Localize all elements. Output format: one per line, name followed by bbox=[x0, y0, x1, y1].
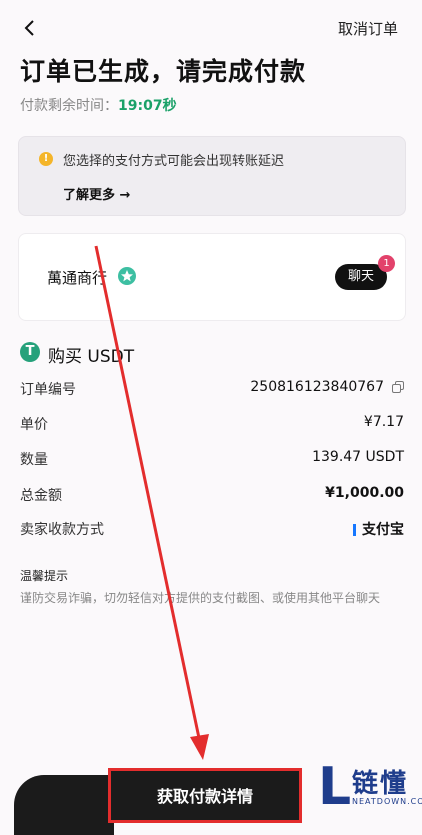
back-chevron-icon[interactable] bbox=[20, 14, 42, 42]
order-row: 单价 ¥7.17 bbox=[20, 414, 404, 434]
notice-message: 您选择的支付方式可能会出现转账延迟 bbox=[63, 154, 285, 169]
timer-label: 付款剩余时间： bbox=[20, 98, 118, 114]
payment-timer: 付款剩余时间：19:07秒 bbox=[20, 95, 177, 115]
tether-icon: T bbox=[20, 342, 40, 362]
order-row: 卖家收款方式 支付宝 bbox=[20, 519, 404, 539]
watermark-logo: L 链懂 NEATDOWN.COM bbox=[316, 757, 422, 821]
annotation-arrow bbox=[94, 245, 209, 760]
copy-icon[interactable] bbox=[392, 381, 404, 393]
row-value: ¥7.17 bbox=[363, 414, 404, 430]
chat-button[interactable]: 聊天 1 bbox=[335, 255, 395, 290]
verified-star-icon bbox=[117, 266, 137, 286]
row-value: 139.47 USDT bbox=[312, 449, 404, 465]
row-key: 数量 bbox=[20, 452, 48, 468]
get-payment-details-button[interactable]: 获取付款详情 bbox=[108, 768, 302, 823]
cancel-order-button[interactable]: 取消订单 bbox=[338, 18, 398, 39]
row-value: 支付宝 bbox=[353, 519, 404, 539]
watermark-name: 链懂 bbox=[352, 769, 409, 799]
row-key: 订单编号 bbox=[20, 382, 76, 398]
row-key: 总金额 bbox=[20, 488, 62, 504]
order-row: 总金额 ¥1,000.00 bbox=[20, 485, 404, 505]
row-key: 卖家收款方式 bbox=[20, 522, 104, 538]
order-row: 数量 139.47 USDT bbox=[20, 449, 404, 469]
chat-label: 聊天 bbox=[347, 269, 374, 284]
row-value: ¥1,000.00 bbox=[325, 485, 404, 501]
page-title: 订单已生成，请完成付款 bbox=[20, 57, 307, 86]
tips-heading: 温馨提示 bbox=[20, 569, 69, 583]
timer-value: 19:07秒 bbox=[118, 98, 177, 114]
watermark-letter: L bbox=[318, 757, 352, 817]
learn-more-link[interactable]: 了解更多 → bbox=[63, 184, 130, 203]
delay-notice: ! 您选择的支付方式可能会出现转账延迟 了解更多 → bbox=[18, 136, 406, 216]
seller-card: 萬通商行 聊天 1 bbox=[18, 233, 406, 321]
payment-method: 支付宝 bbox=[362, 522, 404, 538]
row-key: 单价 bbox=[20, 417, 48, 433]
order-row: 订单编号 250816123840767 bbox=[20, 379, 404, 399]
warning-icon: ! bbox=[39, 152, 53, 166]
row-value: 250816123840767 bbox=[250, 379, 404, 395]
seller-name: 萬通商行 bbox=[47, 269, 108, 287]
unread-badge: 1 bbox=[378, 255, 395, 272]
alipay-icon bbox=[353, 524, 356, 536]
order-number: 250816123840767 bbox=[250, 379, 384, 395]
watermark-site: NEATDOWN.COM bbox=[352, 797, 422, 806]
bottom-bar-edge bbox=[14, 775, 114, 835]
tips-body: 谨防交易诈骗，切勿轻信对方提供的支付截图、或使用其他平台聊天 bbox=[20, 591, 381, 605]
top-bar: 取消订单 bbox=[0, 14, 422, 42]
buy-heading-label: 购买 USDT bbox=[48, 347, 135, 367]
